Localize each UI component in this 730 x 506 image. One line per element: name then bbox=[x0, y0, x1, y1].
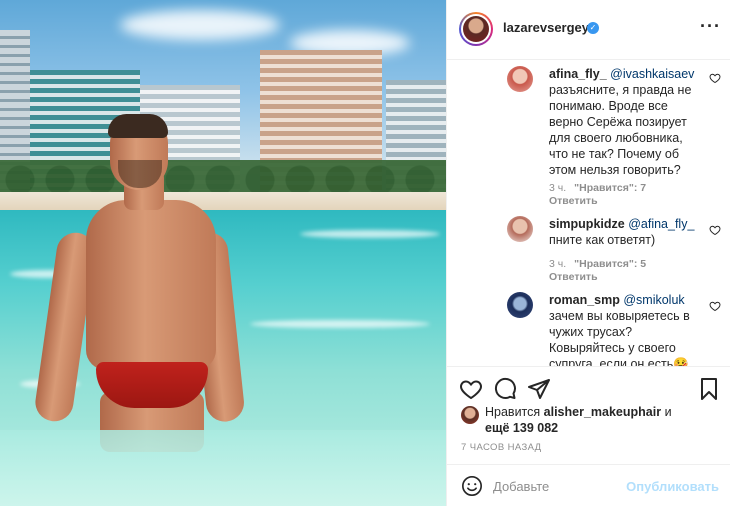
liker-avatar[interactable] bbox=[461, 406, 479, 424]
comment-mention[interactable]: @afina_fly_ bbox=[628, 217, 694, 231]
comment-username[interactable]: roman_smp bbox=[549, 293, 620, 307]
author-username[interactable]: lazarevsergey bbox=[503, 20, 589, 35]
comment-text: afina_fly_ @ivashkaisaev разъясните, я п… bbox=[549, 66, 699, 178]
verified-badge-icon: ✓ bbox=[587, 22, 599, 34]
person-hair bbox=[108, 114, 168, 138]
palm-trees bbox=[0, 160, 446, 196]
post-side-panel: lazarevsergey ✓ ··· afina_fly_ @ivashkai… bbox=[446, 0, 730, 506]
comment-icon[interactable] bbox=[493, 377, 517, 401]
water-foreground bbox=[0, 430, 446, 506]
comment-like-heart-icon[interactable] bbox=[709, 72, 721, 84]
comment-meta: 3 ч. "Нравится": 5 Ответить bbox=[549, 258, 709, 284]
commenter-avatar[interactable] bbox=[507, 292, 533, 318]
comment-text: simpupkidze @afina_fly_ пните как ответя… bbox=[549, 216, 699, 248]
bookmark-icon[interactable] bbox=[697, 377, 721, 401]
post-timestamp[interactable]: 7 ЧАСОВ НАЗАД bbox=[461, 442, 542, 453]
cloud bbox=[120, 10, 280, 40]
commenter-avatar[interactable] bbox=[507, 66, 533, 92]
liker-username[interactable]: alisher_makeuphair bbox=[544, 405, 661, 419]
reply-button[interactable]: Ответить bbox=[549, 271, 598, 283]
comment-likes[interactable]: "Нравится": 7 bbox=[574, 182, 646, 194]
comment-time[interactable]: 3 ч. bbox=[549, 182, 566, 194]
person-torso bbox=[86, 200, 216, 370]
post-header: lazarevsergey ✓ ··· bbox=[447, 0, 730, 60]
comment-username[interactable]: afina_fly_ bbox=[549, 67, 607, 81]
reply-button[interactable]: Ответить bbox=[549, 195, 598, 207]
comment-input[interactable] bbox=[493, 475, 623, 497]
wave bbox=[300, 230, 440, 238]
comment-like-heart-icon[interactable] bbox=[709, 300, 721, 312]
share-icon[interactable] bbox=[527, 377, 551, 401]
wave bbox=[250, 320, 430, 328]
comment-time[interactable]: 3 ч. bbox=[549, 258, 566, 270]
publish-button[interactable]: Опубликовать bbox=[626, 479, 719, 494]
likes-prefix: Нравится bbox=[485, 405, 541, 419]
comment-meta: 3 ч. "Нравится": 7 Ответить bbox=[549, 182, 709, 208]
add-comment-bar: Опубликовать bbox=[447, 464, 730, 506]
comment-mention[interactable]: @smikoluk bbox=[623, 293, 684, 307]
heart-icon[interactable] bbox=[459, 377, 483, 401]
comment-like-heart-icon[interactable] bbox=[709, 224, 721, 236]
commenter-avatar[interactable] bbox=[507, 216, 533, 242]
comment-likes[interactable]: "Нравится": 5 bbox=[574, 258, 646, 270]
comments-list[interactable]: afina_fly_ @ivashkaisaev разъясните, я п… bbox=[447, 60, 730, 366]
comment-text: roman_smp @smikoluk зачем вы ковыряетесь… bbox=[549, 292, 699, 366]
likes-count[interactable]: ещё 139 082 bbox=[485, 421, 558, 435]
smiley-icon[interactable] bbox=[461, 475, 483, 497]
comment-body: зачем вы ковыряетесь в чужих трусах? Ков… bbox=[549, 309, 690, 366]
comment-body: пните как ответят) bbox=[549, 233, 656, 247]
likes-and: и bbox=[664, 405, 672, 419]
comment-mention[interactable]: @ivashkaisaev bbox=[610, 67, 694, 81]
post-photo[interactable] bbox=[0, 0, 446, 506]
comment-body: разъясните, я правда не понимаю. Вроде в… bbox=[549, 83, 692, 177]
author-avatar[interactable] bbox=[459, 12, 493, 46]
beach bbox=[0, 192, 446, 212]
red-swim-trunks bbox=[96, 362, 208, 408]
likes-text: Нравится alisher_makeuphair и ещё 139 08… bbox=[485, 404, 705, 436]
more-dots-icon[interactable]: ··· bbox=[700, 16, 721, 37]
comment-username[interactable]: simpupkidze bbox=[549, 217, 625, 231]
